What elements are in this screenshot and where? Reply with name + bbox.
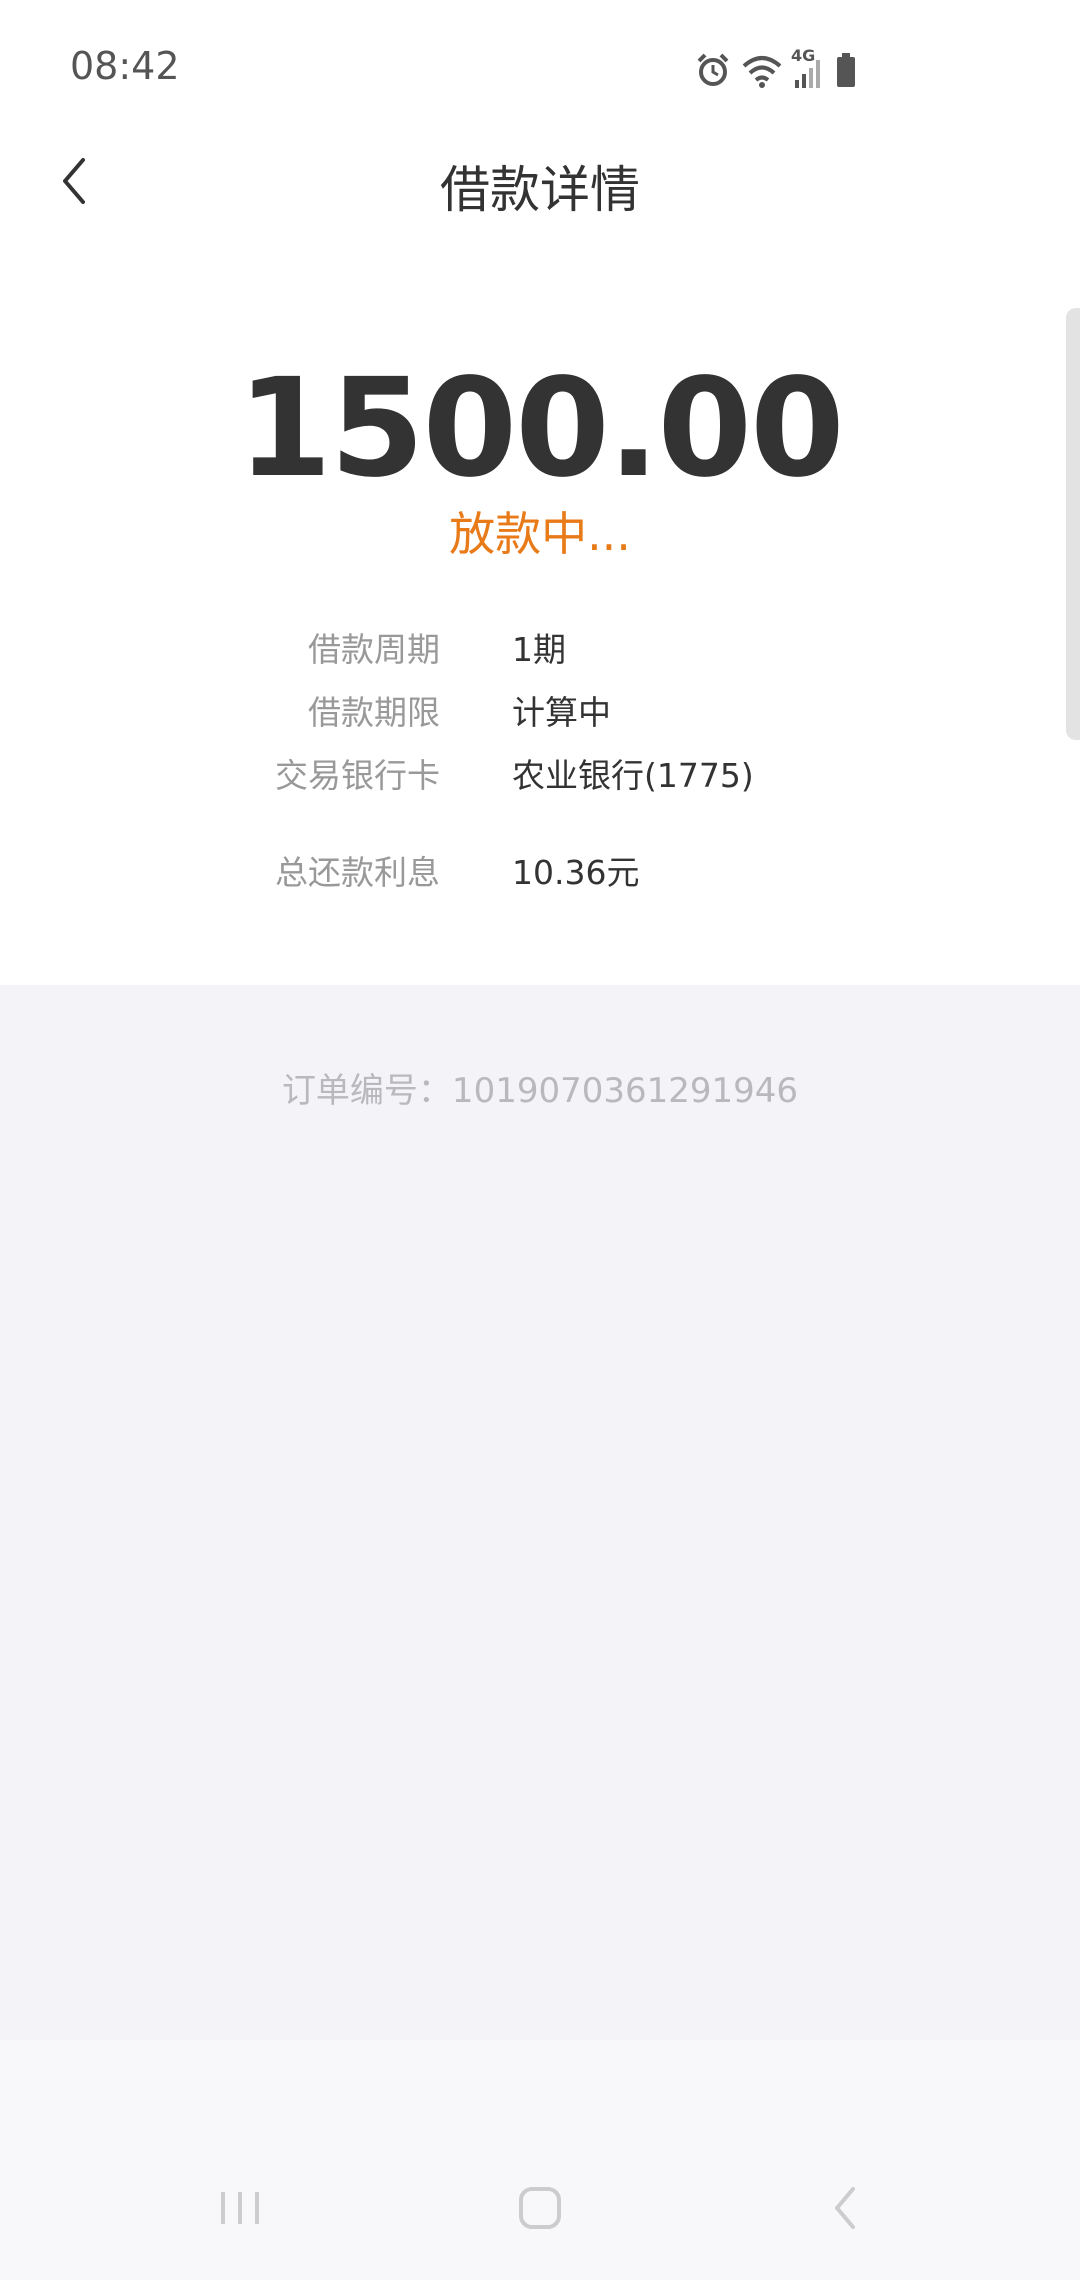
order-section: 订单编号：1019070361291946 — [0, 985, 1080, 2040]
status-bar: 08:42 4G — [0, 0, 1080, 130]
status-time: 08:42 — [70, 44, 180, 88]
scroll-indicator[interactable] — [1066, 308, 1080, 740]
loan-summary-card: 1500.00 放款中... 借款周期 1期 借款期限 计算中 交易银行卡 农业… — [0, 230, 1080, 985]
detail-label: 总还款利息 — [275, 853, 440, 892]
wifi-icon — [741, 52, 783, 88]
detail-value: 农业银行(1775) — [512, 756, 754, 795]
recent-apps-icon — [215, 2186, 265, 2234]
detail-row-term: 借款期限 计算中 — [0, 676, 1080, 736]
order-number: 订单编号：1019070361291946 — [281, 1071, 799, 1111]
battery-icon — [835, 52, 857, 88]
alarm-icon — [695, 52, 731, 88]
home-button[interactable] — [505, 2175, 575, 2245]
system-back-button[interactable] — [810, 2175, 880, 2245]
network-type-label: 4G — [791, 46, 816, 65]
detail-value: 1期 — [512, 630, 566, 669]
page-title: 借款详情 — [440, 161, 640, 219]
nav-bar: 借款详情 — [0, 130, 1080, 230]
signal-icon: 4G — [791, 46, 825, 88]
detail-row-bank-card: 交易银行卡 农业银行(1775) — [0, 739, 1080, 799]
status-icons: 4G — [695, 46, 857, 88]
system-back-icon — [825, 2183, 865, 2237]
detail-label: 借款期限 — [308, 693, 440, 732]
loan-amount: 1500.00 — [237, 350, 844, 508]
detail-row-total-interest: 总还款利息 10.36元 — [0, 836, 1080, 896]
detail-label: 交易银行卡 — [275, 756, 440, 795]
detail-value: 10.36元 — [512, 853, 640, 892]
detail-value: 计算中 — [512, 693, 611, 732]
detail-label: 借款周期 — [308, 630, 440, 669]
recent-apps-button[interactable] — [205, 2175, 275, 2245]
system-navigation-bar — [0, 2040, 1080, 2280]
home-icon — [515, 2183, 565, 2237]
detail-row-period: 借款周期 1期 — [0, 613, 1080, 673]
loan-status: 放款中... — [449, 507, 631, 561]
